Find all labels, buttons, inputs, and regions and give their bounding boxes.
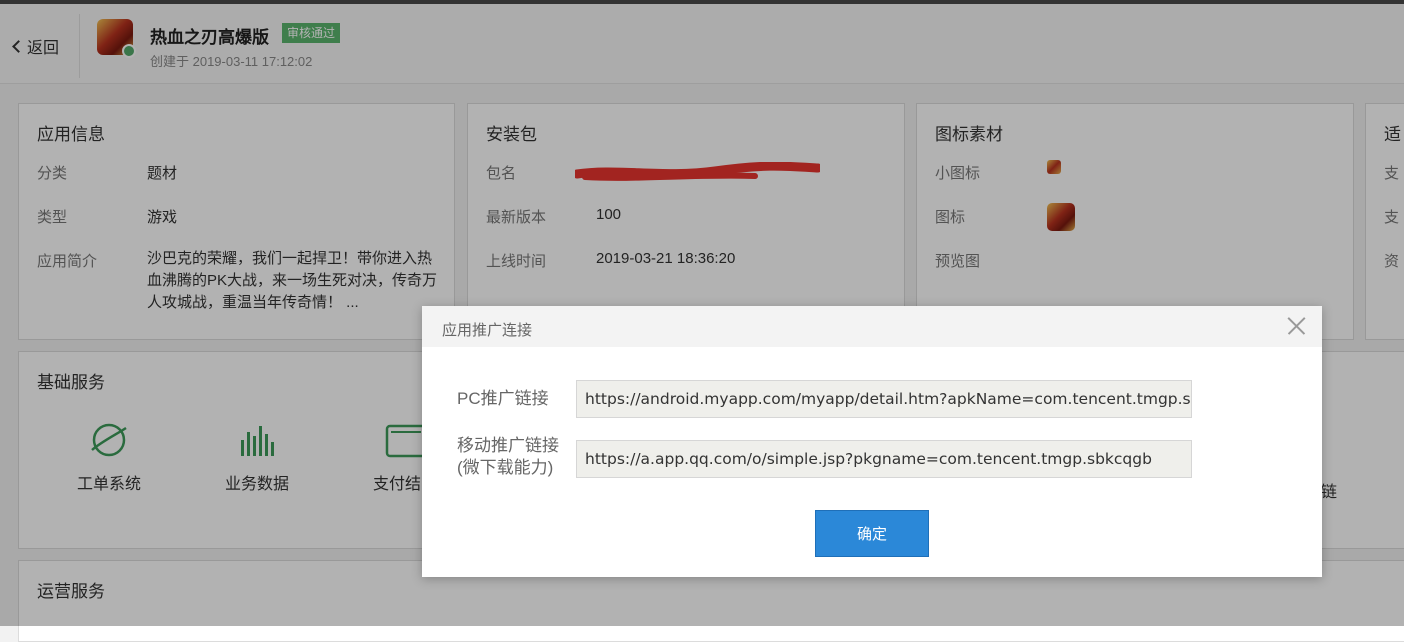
mobile-link-label-line2: (微下载能力) [457, 458, 554, 477]
promotion-link-dialog: 应用推广连接 PC推广链接 https://android.myapp.com/… [422, 306, 1322, 577]
dialog-title: 应用推广连接 [442, 322, 533, 339]
pc-link-field[interactable]: https://android.myapp.com/myapp/detail.h… [576, 380, 1192, 418]
mobile-link-label-line1: 移动推广链接 [457, 436, 559, 455]
close-icon[interactable] [1286, 316, 1306, 336]
mobile-link-label: 移动推广链接 (微下载能力) [457, 435, 559, 479]
dialog-header: 应用推广连接 [422, 306, 1322, 347]
confirm-button[interactable]: 确定 [815, 510, 929, 557]
pc-link-label: PC推广链接 [457, 389, 549, 408]
mobile-link-field[interactable]: https://a.app.qq.com/o/simple.jsp?pkgnam… [576, 440, 1192, 478]
